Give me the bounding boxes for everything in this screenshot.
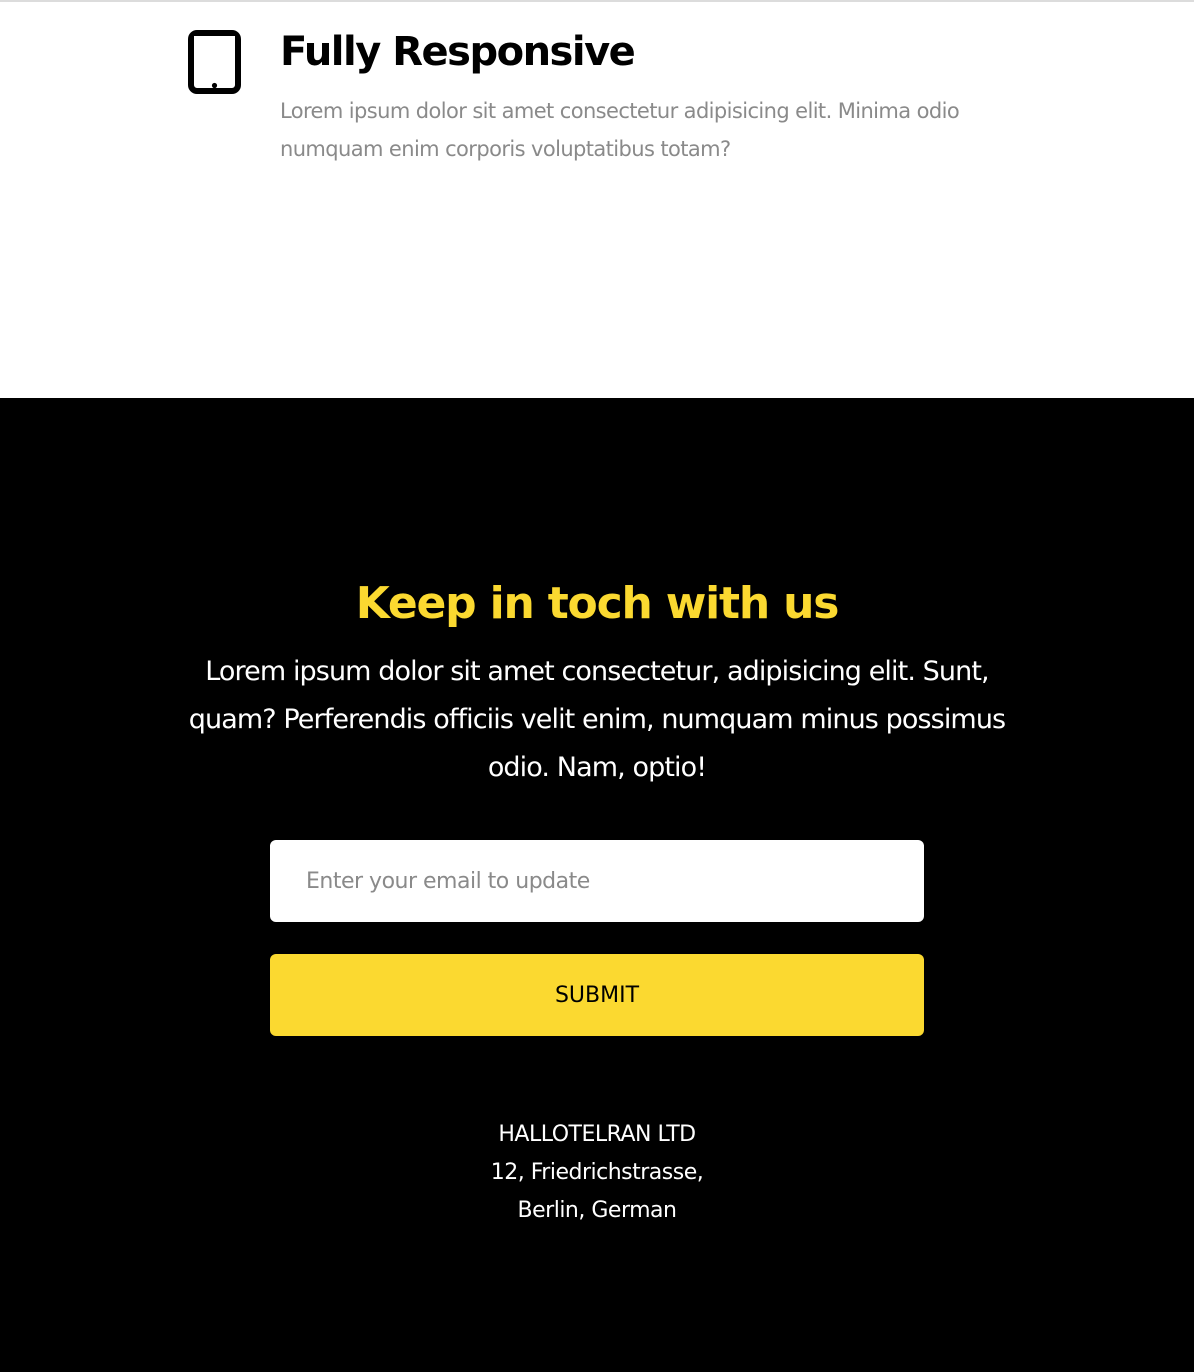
feature-title: Fully Responsive [280, 29, 636, 75]
submit-button[interactable]: SUBMIT [270, 954, 924, 1036]
contact-section: Keep in toch with us Lorem ipsum dolor s… [0, 398, 1194, 1372]
address-street: 12, Friedrichstrasse, [490, 1160, 704, 1185]
feature-description: Lorem ipsum dolor sit amet consectetur a… [280, 99, 960, 161]
contact-text: Lorem ipsum dolor sit amet consectetur, … [188, 656, 1006, 783]
tablet-icon [188, 30, 241, 94]
contact-heading: Keep in toch with us [355, 578, 840, 629]
email-input[interactable] [270, 840, 924, 922]
address-city: Berlin, German [517, 1198, 677, 1223]
features-section: Fully Responsive Lorem ipsum dolor sit a… [0, 0, 1194, 398]
address-block: HALLOTELRAN LTD 12, Friedrichstrasse, Be… [0, 1116, 1194, 1230]
address-company: HALLOTELRAN LTD [498, 1122, 696, 1147]
